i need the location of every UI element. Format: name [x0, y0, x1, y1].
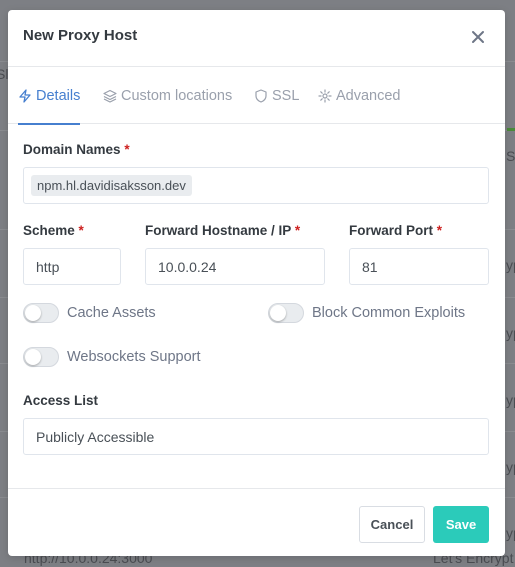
bg-text: ypt — [506, 459, 515, 475]
tab-advanced[interactable]: Advanced — [318, 67, 401, 124]
cache-assets-toggle-row[interactable]: Cache Assets — [23, 303, 156, 323]
bg-text: Sta — [506, 148, 515, 164]
access-list-select[interactable]: Publicly Accessible — [23, 418, 489, 455]
tab-details[interactable]: Details — [18, 67, 81, 125]
tab-label: Advanced — [336, 87, 401, 104]
forward-hostname-label: Forward Hostname / IP * — [145, 223, 301, 238]
save-button[interactable]: Save — [433, 506, 489, 543]
cache-assets-toggle[interactable] — [23, 303, 59, 323]
tab-bar: Details Custom locations SSL Advanced — [8, 67, 505, 125]
modal-header: New Proxy Host — [8, 10, 505, 67]
forward-port-label: Forward Port * — [349, 223, 443, 238]
new-proxy-host-modal: New Proxy Host Details Custom locations … — [8, 10, 505, 556]
websockets-toggle[interactable] — [23, 347, 59, 367]
websockets-toggle-row[interactable]: Websockets Support — [23, 347, 201, 367]
forward-port-field[interactable]: 81 — [349, 248, 489, 285]
lightning-icon — [19, 88, 31, 103]
tab-label: Custom locations — [121, 87, 233, 104]
bg-text: ypt — [506, 525, 515, 541]
bg-text: ypt — [506, 257, 515, 273]
cache-assets-label: Cache Assets — [67, 305, 156, 321]
tab-label: Details — [36, 87, 81, 104]
access-list-label: Access List — [23, 393, 99, 408]
domain-names-input[interactable]: npm.hl.davidisaksson.dev — [23, 167, 489, 204]
close-button[interactable] — [469, 28, 487, 46]
modal-title: New Proxy Host — [23, 27, 138, 44]
modal-footer: Cancel Save — [8, 488, 505, 556]
forward-hostname-field[interactable]: 10.0.0.24 — [145, 248, 325, 285]
scheme-label: Scheme * — [23, 223, 84, 238]
domain-tag[interactable]: npm.hl.davidisaksson.dev — [31, 175, 192, 196]
shield-icon — [255, 88, 267, 103]
websockets-label: Websockets Support — [67, 349, 201, 365]
domain-names-label: Domain Names * — [23, 142, 130, 157]
close-icon — [472, 31, 484, 43]
cancel-button[interactable]: Cancel — [359, 506, 425, 543]
block-exploits-toggle-row[interactable]: Block Common Exploits — [268, 303, 465, 323]
bg-text: ypt — [506, 325, 515, 341]
layers-icon — [103, 89, 117, 103]
block-exploits-toggle[interactable] — [268, 303, 304, 323]
bg-status-bar — [507, 128, 515, 131]
scheme-field[interactable]: http — [23, 248, 121, 285]
block-exploits-label: Block Common Exploits — [312, 305, 466, 321]
gear-icon — [318, 88, 332, 103]
bg-text: ypt — [506, 392, 515, 408]
tab-custom-locations[interactable]: Custom locations — [103, 67, 232, 124]
tab-label: SSL — [272, 87, 300, 104]
tab-ssl[interactable]: SSL — [254, 67, 299, 124]
